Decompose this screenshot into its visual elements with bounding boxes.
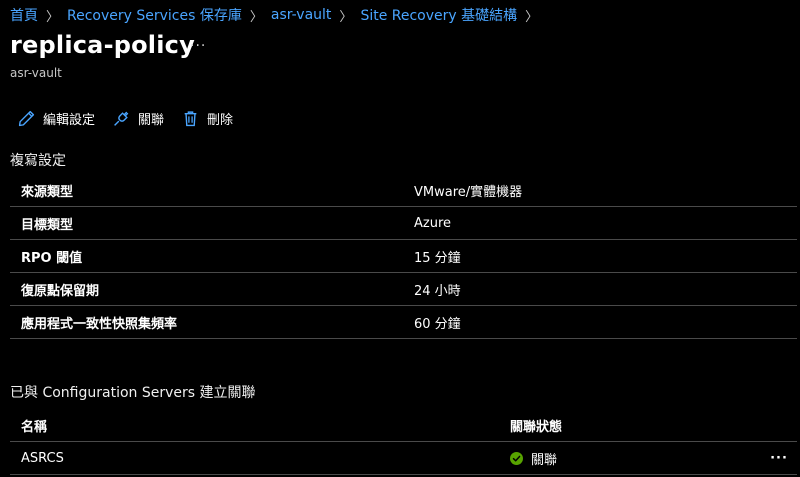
page-subtitle: asr-vault [10, 66, 62, 80]
setting-value: Azure [414, 215, 452, 231]
table-header-row: 名稱 關聯狀態 [10, 409, 797, 442]
setting-value: 60 分鐘 [414, 316, 461, 332]
setting-label: 應用程式一致性快照集頻率 [21, 316, 178, 332]
replication-settings-table: 來源類型 VMware/實體機器 目標類型 Azure RPO 閾值 15 分鐘… [10, 174, 797, 339]
edit-settings-label: 編輯設定 [43, 113, 96, 128]
column-header-name: 名稱 [21, 419, 48, 435]
setting-value: 15 分鐘 [414, 250, 461, 266]
associate-button[interactable]: 關聯 [113, 109, 164, 128]
plug-icon [114, 111, 129, 126]
setting-label: 來源類型 [21, 184, 74, 200]
breadcrumb-home[interactable]: 首頁 [10, 5, 38, 25]
table-row[interactable]: ASRCS 關聯 ··· [10, 442, 797, 475]
page-title: replica-policy [10, 31, 195, 59]
pencil-icon [18, 110, 35, 127]
table-row: 來源類型 VMware/實體機器 [10, 174, 797, 207]
column-header-status: 關聯狀態 [510, 419, 563, 435]
success-check-icon [510, 451, 523, 465]
breadcrumb-asr-vault[interactable]: asr-vault [271, 7, 332, 23]
setting-label: RPO 閾值 [21, 250, 83, 266]
delete-label: 刪除 [207, 113, 234, 128]
trash-icon [184, 111, 197, 127]
breadcrumb-site-recovery-infra[interactable]: Site Recovery 基礎結構 [360, 5, 517, 25]
table-row: RPO 閾值 15 分鐘 [10, 240, 797, 273]
breadcrumb-separator: 〉 [339, 9, 353, 25]
server-name: ASRCS [21, 450, 64, 466]
delete-button[interactable]: 刪除 [182, 109, 233, 128]
table-row: 應用程式一致性快照集頻率 60 分鐘 [10, 306, 797, 339]
toolbar: 編輯設定 關聯 刪除 [18, 109, 251, 128]
breadcrumb-recovery-vaults[interactable]: Recovery Services 保存庫 [67, 5, 242, 25]
edit-settings-button[interactable]: 編輯設定 [18, 109, 95, 128]
breadcrumb-separator: 〉 [525, 9, 539, 25]
breadcrumb-separator: 〉 [46, 9, 60, 25]
setting-value: 24 小時 [414, 283, 461, 299]
breadcrumb-separator: 〉 [249, 9, 263, 25]
table-row: 目標類型 Azure [10, 207, 797, 240]
association-status: 關聯 [510, 449, 761, 468]
row-more-options-button[interactable]: ··· [761, 451, 797, 466]
associated-config-servers-heading: 已與 Configuration Servers 建立關聯 [10, 385, 256, 401]
setting-value: VMware/實體機器 [414, 184, 523, 200]
replication-settings-heading: 複寫設定 [10, 153, 66, 169]
setting-label: 復原點保留期 [21, 283, 100, 299]
more-options-button[interactable]: ··· [190, 38, 206, 54]
associate-label: 關聯 [138, 113, 165, 128]
setting-label: 目標類型 [21, 217, 74, 233]
associated-config-servers-table: 名稱 關聯狀態 ASRCS 關聯 ··· [10, 409, 797, 475]
table-row: 復原點保留期 24 小時 [10, 273, 797, 306]
breadcrumb: 首頁 〉 Recovery Services 保存庫 〉 asr-vault 〉… [10, 5, 546, 25]
association-status-label: 關聯 [531, 452, 558, 468]
